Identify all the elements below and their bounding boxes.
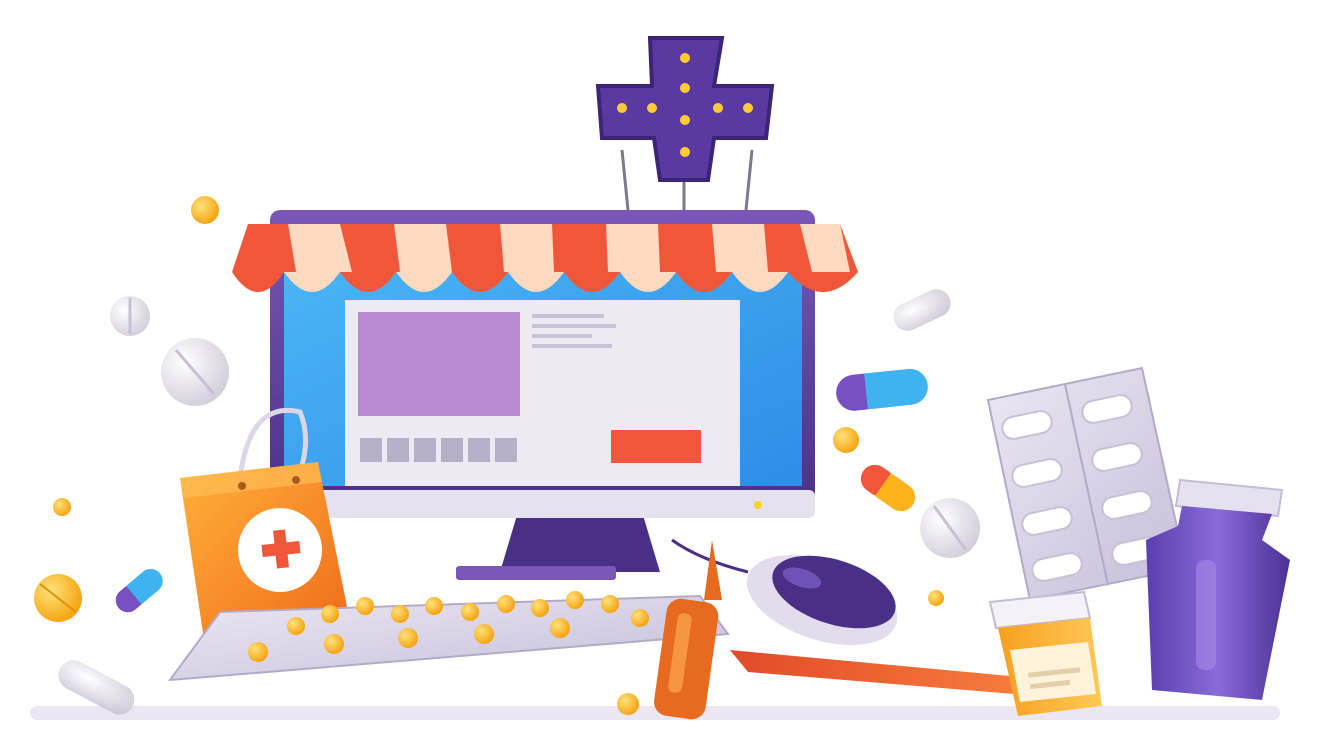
pharmacy-online-illustration — [30, 36, 1290, 720]
pharmacy-cross-icon — [595, 36, 775, 211]
spatula — [730, 650, 1014, 694]
screen-buy-button — [611, 430, 701, 463]
ground-shadow — [30, 706, 1280, 720]
shop-awning — [232, 224, 858, 292]
medicine-jar — [988, 590, 1102, 716]
screen-image-placeholder — [358, 312, 520, 416]
power-light-icon — [754, 501, 762, 509]
